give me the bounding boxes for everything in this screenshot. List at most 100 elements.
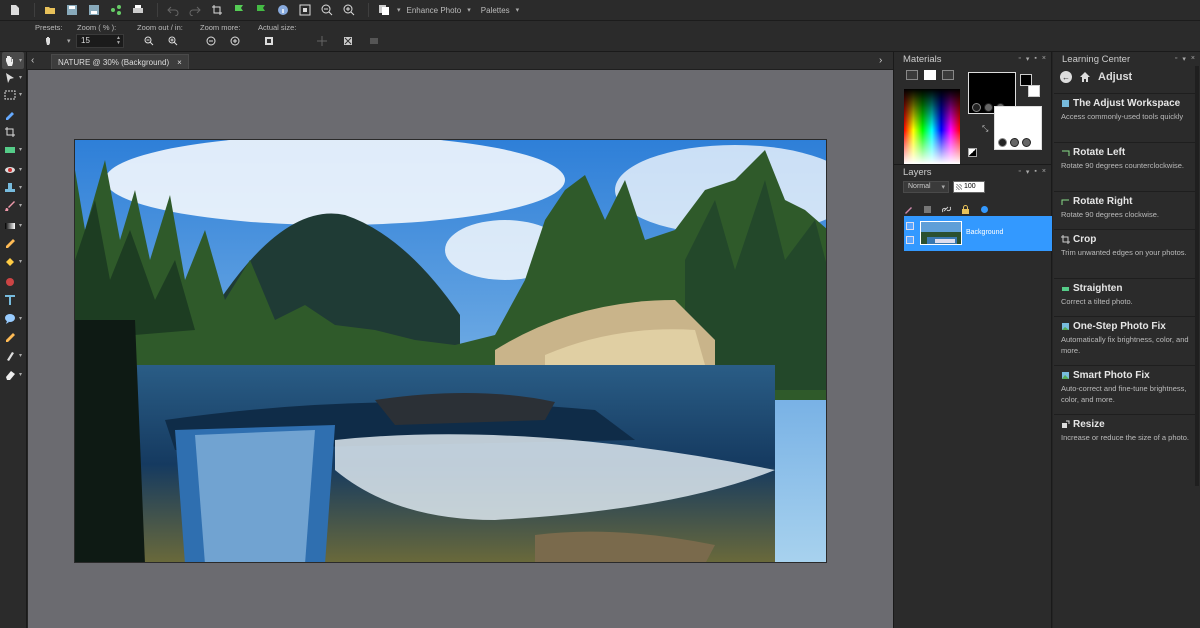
toggle-view-icon[interactable] [368,35,380,47]
lock-icon[interactable]: ▪ [1034,168,1036,176]
copy-dropdown-icon[interactable]: ▾ [397,6,401,14]
tab-rainbow-icon[interactable] [924,70,936,80]
close-icon[interactable]: × [177,58,182,67]
actual-size-icon[interactable] [263,35,275,47]
smudge-tool[interactable] [2,273,24,290]
copy-icon[interactable] [375,2,393,18]
chevron-right-icon[interactable]: › [879,55,882,66]
learning-item-rotate-left[interactable]: Rotate Left Rotate 90 degrees counterclo… [1054,142,1199,175]
visibility-eye-icon[interactable] [906,222,914,230]
redo-icon[interactable] [186,2,204,18]
flag-green-icon[interactable] [230,2,248,18]
learning-item-adjust-workspace[interactable]: The Adjust Workspace Access commonly-use… [1054,93,1199,126]
opacity-input[interactable]: 100 [953,181,985,193]
restore-icon[interactable]: ▫ [1175,55,1177,63]
eraser-tool[interactable]: ▾ [2,366,24,383]
pick-tool[interactable]: ▾ [2,69,24,86]
clone-tool[interactable]: ▾ [2,179,24,196]
gradient-tool[interactable]: ▾ [2,217,24,234]
clone-stamp-icon [5,182,15,192]
save-as-icon[interactable] [85,2,103,18]
close-icon[interactable]: × [1042,55,1046,63]
palettes-menu[interactable]: Palettes ▾ [481,6,519,15]
dodge-tool[interactable] [2,235,24,252]
selection-tool[interactable]: ▾ [2,86,24,103]
flag-green-alt-icon[interactable] [252,2,270,18]
chevron-left-icon[interactable]: ‹ [31,55,34,66]
crop-quick-icon[interactable] [208,2,226,18]
text-tool[interactable] [2,291,24,308]
zoom-out-top-icon[interactable] [318,2,336,18]
pen-icon [6,332,15,342]
undo-icon[interactable] [164,2,182,18]
layer-lock-toggle-icon[interactable] [906,236,914,244]
fit-image-icon[interactable] [342,35,354,47]
new-file-icon[interactable] [6,2,24,18]
tab-frame-icon[interactable] [906,70,918,80]
close-icon[interactable]: × [1042,168,1046,176]
shape-tool[interactable]: ▾ [2,310,24,327]
enhance-photo-menu[interactable]: Enhance Photo ▾ [407,6,471,15]
style-gradient-icon[interactable] [984,103,993,112]
image-workspace[interactable] [28,70,893,628]
background-mini-swatch[interactable] [1028,85,1040,97]
zoom-more-in-icon[interactable] [229,35,241,47]
zoom-more-out-icon[interactable] [205,35,217,47]
blend-mode-select[interactable]: Normal ▾ [903,181,949,193]
pin-icon[interactable]: ▾ [1026,168,1030,176]
paint-brush-tool[interactable]: ▾ [2,197,24,214]
open-folder-icon[interactable] [41,2,59,18]
zoom-stepper[interactable]: ▲ ▼ [115,36,122,46]
photo-canvas[interactable] [74,139,827,563]
print-icon[interactable] [129,2,147,18]
learning-item-desc: Trim unwanted edges on your photos. [1061,248,1187,257]
back-arrow-icon[interactable]: ← [1060,71,1072,83]
style-gradient-icon[interactable] [1010,138,1019,147]
lock-icon[interactable]: ▪ [1034,55,1036,63]
home-icon[interactable] [1079,71,1091,83]
pen-tool[interactable] [2,329,24,346]
learning-item-rotate-right[interactable]: Rotate Right Rotate 90 degrees clockwise… [1054,191,1199,224]
fill-tool[interactable]: ▾ [2,253,24,270]
layers-palette: Layers ▫ ▾ ▪ × Normal ▾ 100 Background [893,164,1052,628]
pan-tool[interactable]: ▾ [2,52,24,69]
learning-item-smart-photo-fix[interactable]: Smart Photo Fix Auto-correct and fine-tu… [1054,365,1199,409]
crop-tool[interactable] [2,123,24,140]
learning-center-scrollbar[interactable] [1195,66,1199,486]
reset-colors-icon[interactable] [968,148,977,157]
learning-item-resize[interactable]: Resize Increase or reduce the size of a … [1054,414,1199,447]
pin-icon[interactable]: ▾ [1182,55,1186,63]
chevron-down-icon: ▾ [18,58,22,64]
tab-swatches-icon[interactable] [942,70,954,80]
red-eye-tool[interactable]: ▾ [2,161,24,178]
zoom-out-icon[interactable] [143,35,155,47]
info-icon[interactable] [274,2,292,18]
fit-window-icon[interactable] [296,2,314,18]
dropper-tool[interactable] [2,105,24,122]
actual-size-label: Actual size: [258,23,297,32]
zoom-input[interactable]: 15 ▲ ▼ [76,34,124,48]
save-icon[interactable] [63,2,81,18]
crosshair-icon[interactable] [316,35,328,47]
restore-icon[interactable]: ▫ [1018,55,1020,63]
learning-item-one-step-photo-fix[interactable]: One-Step Photo Fix Automatically fix bri… [1054,316,1199,360]
color-spectrum[interactable] [904,89,960,164]
zoom-in-top-icon[interactable] [340,2,358,18]
straighten-tool[interactable]: ▾ [2,141,24,158]
swap-colors-icon[interactable]: ⤡ [982,124,988,134]
pin-icon[interactable]: ▾ [1026,55,1030,63]
share-icon[interactable] [107,2,125,18]
close-icon[interactable]: × [1191,55,1195,63]
restore-icon[interactable]: ▫ [1018,168,1020,176]
learning-item-title: The Adjust Workspace [1073,98,1181,109]
dropper-b-tool[interactable]: ▾ [2,347,24,364]
document-tab[interactable]: NATURE @ 30% (Background) × [51,54,189,69]
learning-item-crop[interactable]: Crop Trim unwanted edges on your photos. [1054,229,1199,262]
presets-dropdown[interactable]: ▾ [43,35,71,47]
style-color-icon[interactable] [998,138,1007,147]
layer-row-background[interactable]: Background [904,216,1052,251]
learning-item-straighten[interactable]: Straighten Correct a tilted photo. [1054,278,1199,311]
zoom-in-icon[interactable] [167,35,179,47]
style-pattern-icon[interactable] [1022,138,1031,147]
style-color-icon[interactable] [972,103,981,112]
